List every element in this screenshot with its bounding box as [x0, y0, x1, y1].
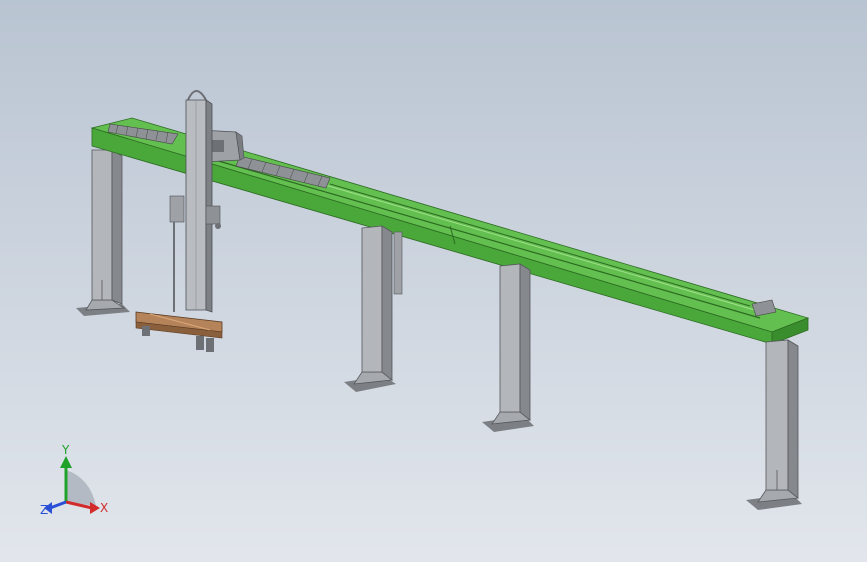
triad-plane: [66, 470, 96, 506]
leg-mid-left[interactable]: [344, 225, 403, 392]
leg-mid-right[interactable]: [482, 263, 534, 432]
orientation-triad: Y X Z: [40, 443, 108, 517]
z-axis-label: Z: [40, 503, 48, 517]
y-arrow-icon: [60, 456, 72, 468]
leg-far-right[interactable]: [746, 339, 802, 510]
x-axis-label: X: [100, 501, 108, 515]
3d-viewport[interactable]: Y X Z: [0, 0, 867, 562]
leg-far-left[interactable]: [76, 149, 130, 316]
gantry-model-view[interactable]: [0, 0, 867, 562]
z-axis: [49, 500, 67, 510]
y-axis-label: Y: [61, 443, 70, 457]
z-column[interactable]: [169, 90, 221, 313]
gripper-fork[interactable]: [135, 311, 223, 352]
